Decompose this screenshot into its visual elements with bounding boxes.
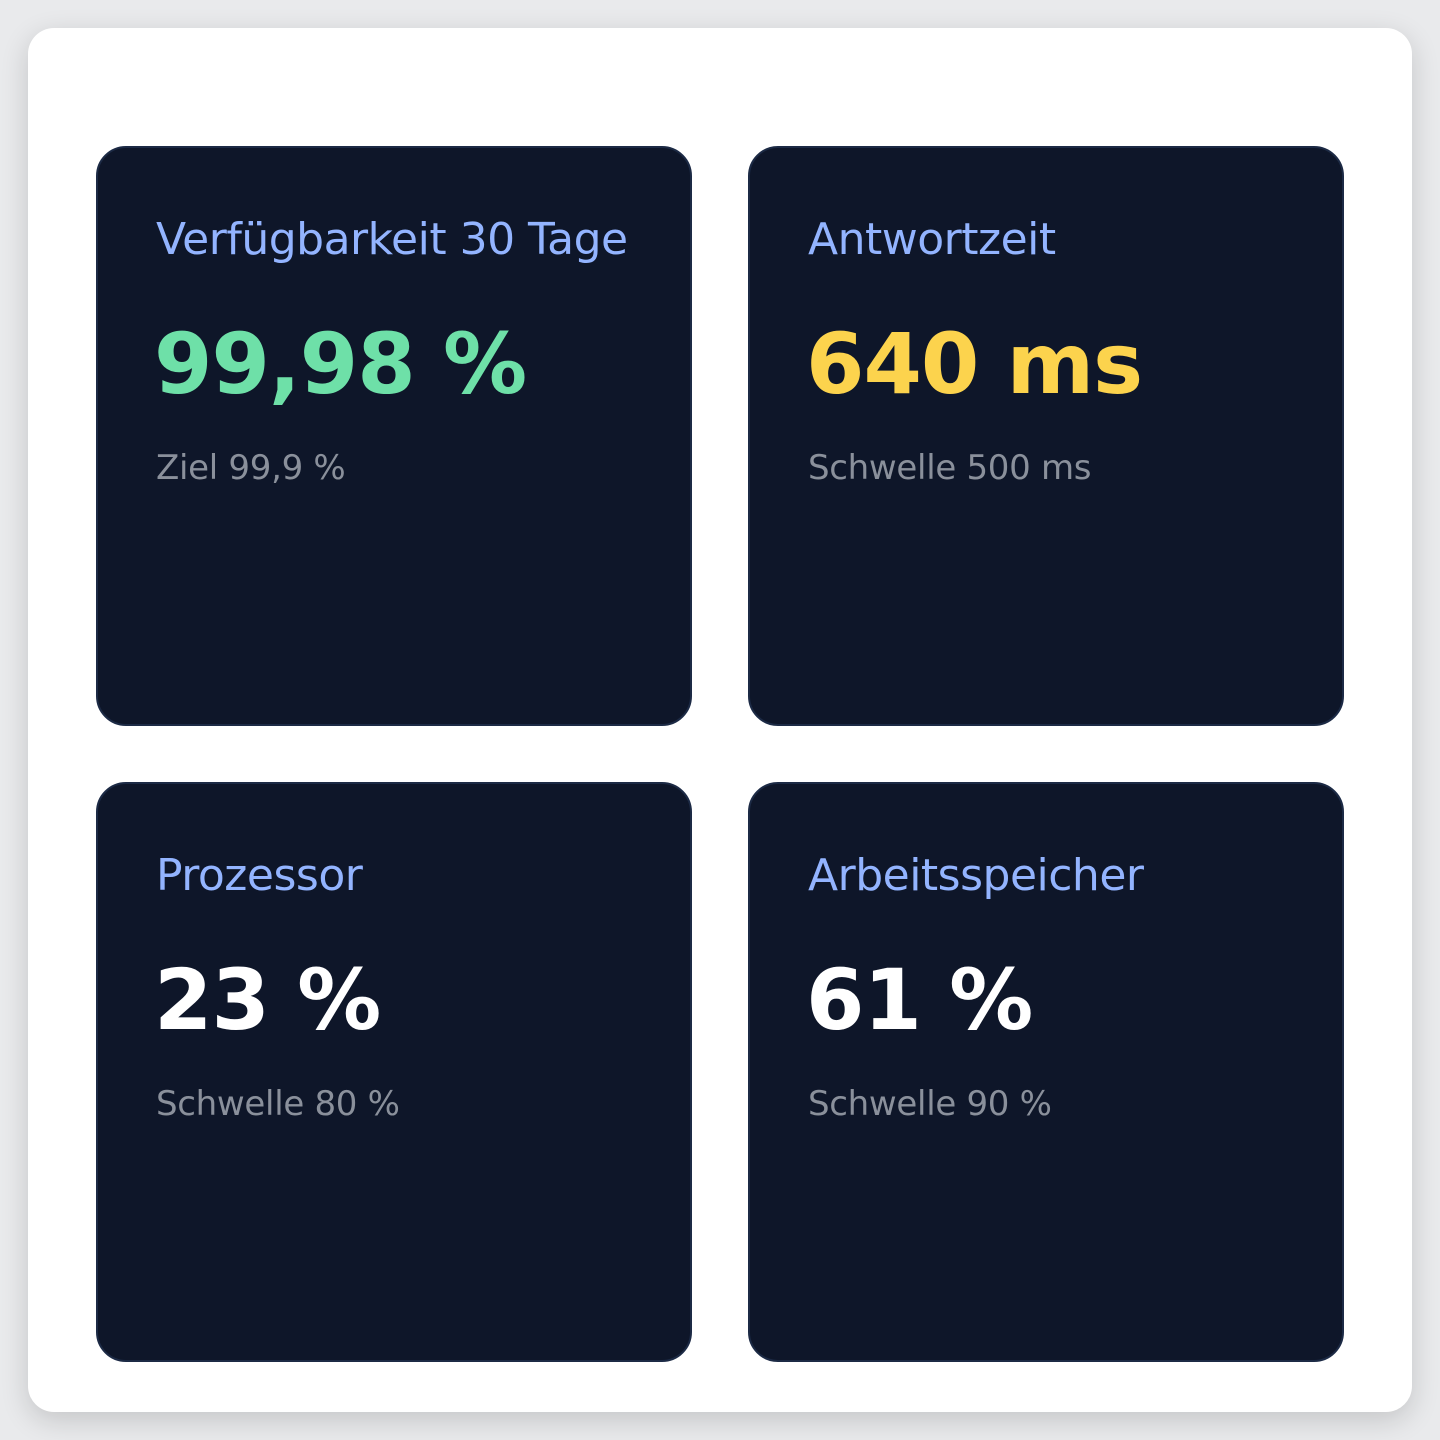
- metric-title: Verfügbarkeit 30 Tage: [156, 214, 628, 265]
- metric-value: 640 ms: [806, 315, 1143, 413]
- metric-title: Arbeitsspeicher: [808, 850, 1144, 901]
- metric-threshold: Schwelle 80 %: [156, 1084, 400, 1124]
- metric-card-response-time: Antwortzeit 640 ms Schwelle 500 ms: [748, 146, 1344, 726]
- metric-value: 61 %: [806, 951, 1033, 1049]
- metric-threshold: Schwelle 500 ms: [808, 448, 1092, 488]
- metric-card-availability: Verfügbarkeit 30 Tage 99,98 % Ziel 99,9 …: [96, 146, 692, 726]
- metric-value: 23 %: [154, 951, 381, 1049]
- metric-target: Ziel 99,9 %: [156, 448, 346, 488]
- metric-title: Prozessor: [156, 850, 363, 901]
- metric-card-processor: Prozessor 23 % Schwelle 80 %: [96, 782, 692, 1362]
- metric-value: 99,98 %: [154, 315, 527, 413]
- metric-title: Antwortzeit: [808, 214, 1056, 265]
- metric-threshold: Schwelle 90 %: [808, 1084, 1052, 1124]
- metric-card-memory: Arbeitsspeicher 61 % Schwelle 90 %: [748, 782, 1344, 1362]
- dashboard-panel: Verfügbarkeit 30 Tage 99,98 % Ziel 99,9 …: [28, 28, 1412, 1412]
